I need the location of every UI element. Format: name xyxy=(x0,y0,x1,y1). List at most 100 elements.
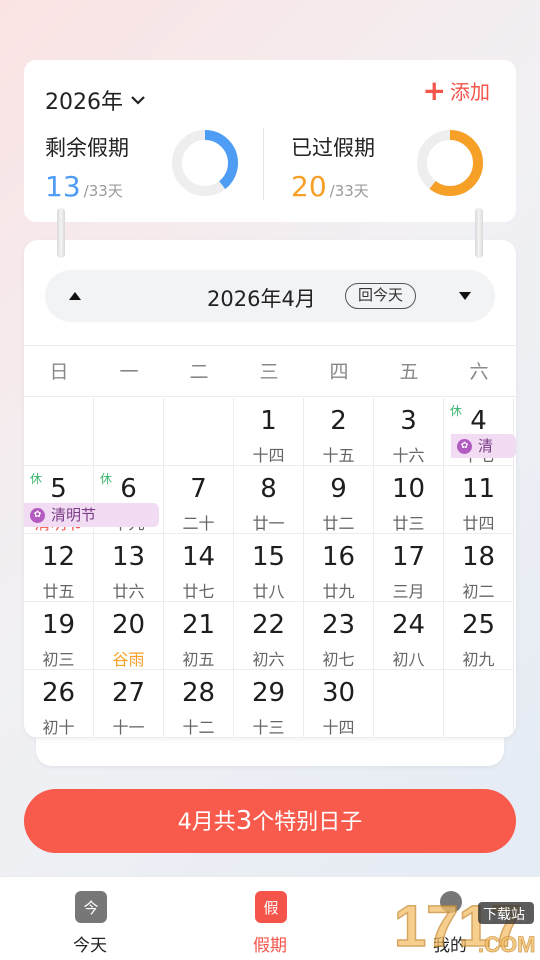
day-number: 27 xyxy=(111,678,146,708)
plus-icon: + xyxy=(422,73,446,107)
calendar-day-cell[interactable]: 29 十三 xyxy=(234,670,304,738)
day-number: 4 xyxy=(470,406,487,436)
lunar-date: 廿一 xyxy=(252,514,285,533)
day-number: 25 xyxy=(461,610,496,640)
day-number: 20 xyxy=(111,610,146,640)
chevron-down-icon xyxy=(131,96,145,105)
lunar-date: 廿八 xyxy=(252,582,285,601)
add-holiday-button[interactable]: + 添加 xyxy=(423,76,490,105)
year-label: 2026年 xyxy=(45,90,123,115)
lunar-date: 初二 xyxy=(462,582,495,601)
day-number: 5 xyxy=(50,474,67,504)
next-month-icon[interactable] xyxy=(457,288,473,304)
special-days-button[interactable]: 4月共3个特别日子 xyxy=(24,789,516,853)
calendar-day-cell[interactable]: 27 十一 xyxy=(94,670,164,738)
holiday-flower-icon: ✿ xyxy=(30,507,45,523)
tab-label: 我的 xyxy=(433,936,467,956)
calendar-day-cell[interactable]: 26 初十 xyxy=(24,670,94,738)
calendar-day-cell[interactable]: 22 初六 xyxy=(234,602,304,670)
calendar-day-cell[interactable]: 3 十六 xyxy=(374,398,444,466)
calendar-empty-cell xyxy=(374,670,444,738)
day-number: 7 xyxy=(190,474,207,504)
tab-today[interactable]: 今今天 xyxy=(0,877,180,960)
tab-holidays[interactable]: 假假期 xyxy=(180,877,360,960)
day-number: 10 xyxy=(391,474,426,504)
calendar-day-cell[interactable]: 24 初八 xyxy=(374,602,444,670)
lunar-date: 廿六 xyxy=(112,582,145,601)
day-number: 2 xyxy=(330,406,347,436)
year-selector[interactable]: 2026年 xyxy=(45,84,147,116)
tab-label: 今天 xyxy=(73,936,107,956)
lunar-date: 三月 xyxy=(392,582,425,601)
lunar-date: 廿三 xyxy=(392,514,425,533)
back-to-today-button[interactable]: 回今天 xyxy=(345,283,417,309)
weekday-label: 三 xyxy=(259,361,279,383)
holiday-calendar-icon: 假 xyxy=(255,891,287,923)
weekday-label: 四 xyxy=(329,361,349,383)
lunar-date: 初七 xyxy=(322,650,355,669)
used-value: 20 xyxy=(291,170,327,203)
calendar-day-cell[interactable]: 7 二十 xyxy=(164,466,234,534)
day-number: 28 xyxy=(181,678,216,708)
lunar-date: 十六 xyxy=(392,446,425,465)
vacation-summary-card: 2026年 + 添加 剩余假期 13 /33天 已过假期 20 /33天 xyxy=(24,60,516,222)
calendar-day-cell[interactable]: 21 初五 xyxy=(164,602,234,670)
calendar-day-cell[interactable]: 16 廿九 xyxy=(304,534,374,602)
lunar-date: 初九 xyxy=(462,650,495,669)
calendar-day-cell[interactable]: 20 谷雨 xyxy=(94,602,164,670)
remaining-total: /33天 xyxy=(83,182,123,200)
month-navigator: 2026年4月 回今天 xyxy=(45,270,495,322)
calendar-day-cell[interactable]: 10 廿三 xyxy=(374,466,444,534)
remaining-label: 剩余假期 xyxy=(45,136,129,160)
day-number: 18 xyxy=(461,542,496,572)
calendar-day-cell[interactable]: 25 初九 xyxy=(444,602,514,670)
holiday-event-label: 清明节 xyxy=(51,506,97,524)
day-number: 17 xyxy=(391,542,426,572)
calendar-today-icon: 今 xyxy=(75,891,107,923)
calendar-day-cell[interactable]: 1 十四 xyxy=(234,398,304,466)
calendar-day-cell[interactable]: 28 十二 xyxy=(164,670,234,738)
day-number: 23 xyxy=(321,610,356,640)
weekday-label: 二 xyxy=(189,361,209,383)
lunar-date: 二十 xyxy=(182,514,215,533)
calendar-grid: 1十四2十五3十六休4十七休5清明节休6十九7二十8廿一9廿二10廿三11廿四1… xyxy=(24,398,516,738)
tab-label: 假期 xyxy=(253,936,287,956)
calendar-day-cell[interactable]: 11 廿四 xyxy=(444,466,514,534)
calendar-day-cell[interactable]: 13 廿六 xyxy=(94,534,164,602)
lunar-date: 初十 xyxy=(42,718,75,737)
day-number: 26 xyxy=(41,678,76,708)
calendar-day-cell[interactable]: 12 廿五 xyxy=(24,534,94,602)
bottom-tab-bar: 今今天假假期 我的 xyxy=(0,876,540,960)
lunar-date: 初三 xyxy=(42,650,75,669)
used-donut xyxy=(417,130,483,196)
holiday-event-bar[interactable]: ✿ 清 xyxy=(451,434,516,458)
weekday-label: 一 xyxy=(119,361,139,383)
calendar-day-cell[interactable]: 17 三月 xyxy=(374,534,444,602)
calendar-day-cell[interactable]: 30 十四 xyxy=(304,670,374,738)
used-total: /33天 xyxy=(329,182,369,200)
calendar-day-cell[interactable]: 8 廿一 xyxy=(234,466,304,534)
calendar-day-cell[interactable]: 15 廿八 xyxy=(234,534,304,602)
lunar-date: 十五 xyxy=(322,446,355,465)
calendar-empty-cell xyxy=(164,398,234,466)
summary-divider xyxy=(263,128,264,200)
add-label: 添加 xyxy=(450,80,490,104)
day-number: 9 xyxy=(330,474,347,504)
calendar-day-cell[interactable]: 19 初三 xyxy=(24,602,94,670)
previous-month-icon[interactable] xyxy=(67,288,83,304)
calendar-day-cell[interactable]: 2 十五 xyxy=(304,398,374,466)
day-number: 6 xyxy=(120,474,137,504)
day-number: 16 xyxy=(321,542,356,572)
lunar-date: 初八 xyxy=(392,650,425,669)
calendar-day-cell[interactable]: 9 廿二 xyxy=(304,466,374,534)
calendar-day-cell[interactable]: 23 初七 xyxy=(304,602,374,670)
special-days-count: 3 xyxy=(235,806,253,836)
day-number: 22 xyxy=(251,610,286,640)
calendar-day-cell[interactable]: 18 初二 xyxy=(444,534,514,602)
calendar-card: 2026年4月 回今天 日一二三四五六 1十四2十五3十六休4十七休5清明节休6… xyxy=(24,240,516,738)
day-number: 15 xyxy=(251,542,286,572)
calendar-day-cell[interactable]: 14 廿七 xyxy=(164,534,234,602)
tab-profile[interactable]: 我的 xyxy=(360,877,540,960)
lunar-date: 十四 xyxy=(322,718,355,737)
holiday-event-bar[interactable]: ✿ 清明节 xyxy=(24,503,159,527)
